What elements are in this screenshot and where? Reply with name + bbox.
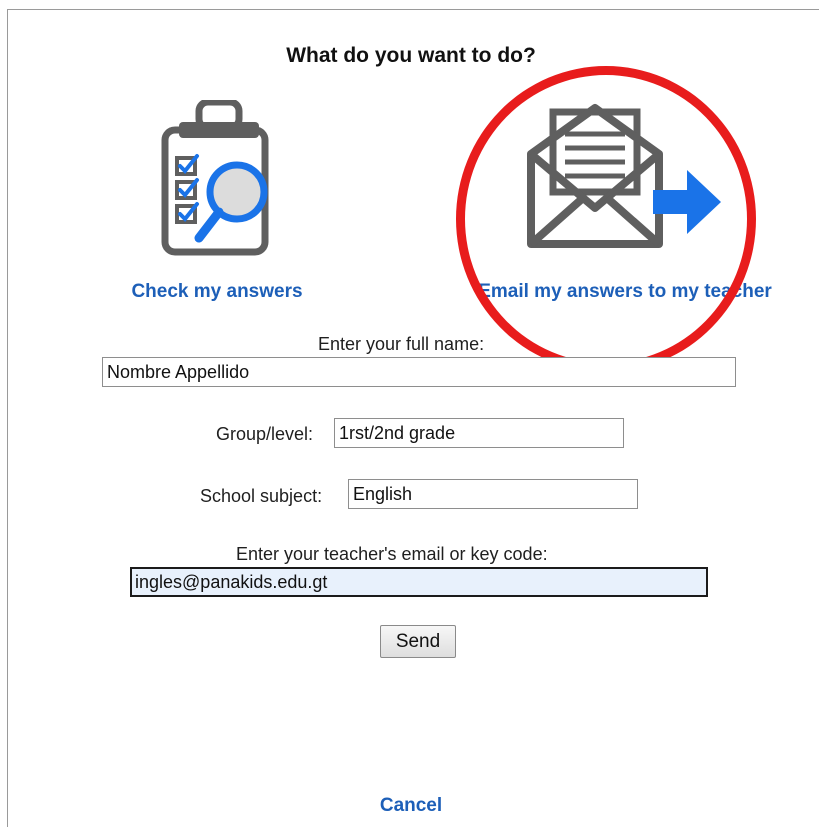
send-button[interactable]: Send [380,625,456,658]
full-name-label: Enter your full name: [318,334,485,354]
envelope-arrow-icon [527,104,721,248]
cancel-link[interactable]: Cancel [0,795,822,817]
teacher-email-input[interactable] [130,567,708,597]
email-answers-link[interactable]: Email my answers to my teacher [445,281,805,303]
check-answers-link[interactable]: Check my answers [112,281,322,303]
teacher-email-label: Enter your teacher's email or key code: [236,544,548,564]
school-subject-input[interactable] [348,479,638,509]
dialog-title: What do you want to do? [286,44,536,67]
group-level-label: Group/level: [216,424,314,444]
group-level-input[interactable] [334,418,624,448]
school-subject-label: School subject: [200,486,323,506]
clipboard-magnifier-icon [161,100,269,256]
full-name-input[interactable] [102,357,736,387]
